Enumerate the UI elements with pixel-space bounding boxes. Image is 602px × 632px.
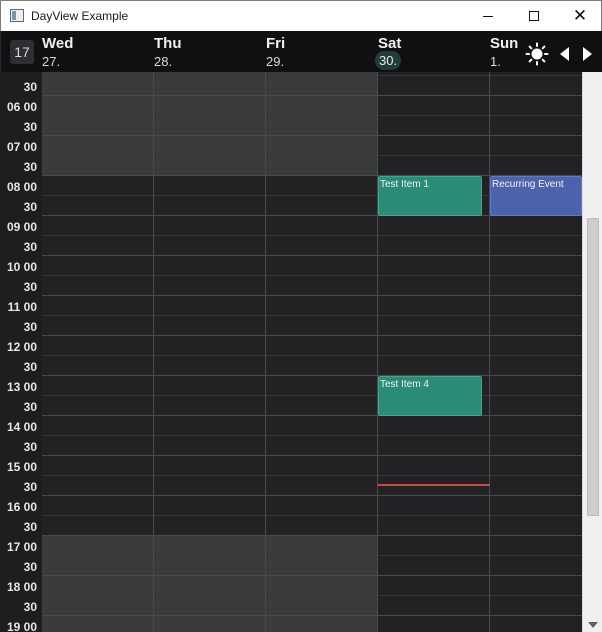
app-window-icon [10,9,24,22]
half-hour-grid-line [42,275,582,276]
calendar-event[interactable]: Test Item 1 [378,176,482,216]
day-number: 1. [490,54,501,69]
scroll-down-arrow-icon[interactable] [588,622,598,628]
today-day-number: 30. [375,51,402,70]
half-hour-grid-line [42,75,582,76]
half-hour-grid-line [42,515,582,516]
window-title: DayView Example [31,9,129,23]
close-button[interactable]: ✕ [557,1,602,31]
hour-grid-line [42,615,582,616]
day-header-thu[interactable]: Thu 28. [154,33,266,71]
time-label: 30 [23,480,37,494]
triangle-left-icon[interactable] [557,43,573,65]
scrollbar-thumb[interactable] [587,218,599,516]
time-label: 11 00 [7,300,37,314]
time-label: 16 00 [6,500,37,514]
day-name: Wed [42,35,74,52]
hour-grid-line [42,375,582,376]
half-hour-grid-line [42,595,582,596]
day-separator-line [265,72,266,632]
day-separator-line [153,72,154,632]
time-label: 18 00 [6,580,37,594]
half-hour-grid-line [42,435,582,436]
hour-grid-line [42,335,582,336]
half-hour-grid-line [42,315,582,316]
time-label: 30 [23,200,37,214]
close-icon: ✕ [572,6,588,26]
half-hour-grid-line [42,115,582,116]
off-hours-evening [42,536,378,632]
time-label: 30 [23,240,37,254]
day-number: 29. [266,54,285,69]
half-hour-grid-line [42,355,582,356]
hour-grid-line [42,295,582,296]
calendar-event[interactable]: Test Item 4 [378,376,482,416]
hour-grid-line [42,255,582,256]
day-header-sat[interactable]: Sat 30. [375,33,490,71]
hour-grid-line [42,575,582,576]
day-number: 27. [42,54,61,69]
day-separator-line [489,72,490,632]
time-label: 30 [23,320,37,334]
half-hour-grid-line [42,395,582,396]
time-label: 15 00 [6,460,37,474]
day-view-header: 17 Wed 27. Thu 28. Fri 29. Sat 30. Sun 1… [0,31,602,72]
time-label: 10 00 [6,260,37,274]
week-number-badge[interactable]: 17 [10,40,34,64]
day-name: Sun [490,35,519,52]
current-time-indicator [378,484,490,486]
half-hour-grid-line [42,235,582,236]
maximize-button[interactable] [511,1,557,31]
time-label: 19 00 [6,620,37,632]
time-label: 13 00 [6,380,37,394]
day-view-grid-area[interactable]: 30 06 00 30 07 00 30 08 00 30 09 00 30 10 00 30 11 … [0,72,602,632]
minimize-button[interactable] [465,1,511,31]
day-header-fri[interactable]: Fri 29. [266,33,378,71]
minimize-icon [483,16,493,17]
hour-grid-line [42,535,582,536]
day-name: Sat [378,35,402,52]
off-hours-morning [42,72,378,176]
day-name: Fri [266,35,286,52]
time-label: 30 [23,80,37,94]
time-label: 30 [23,520,37,534]
time-label: 30 [23,600,37,614]
time-label: 09 00 [6,220,37,234]
time-label: 08 00 [6,180,37,194]
time-label: 30 [23,280,37,294]
day-header-wed[interactable]: Wed 27. [42,33,154,71]
maximize-icon [529,11,539,21]
half-hour-grid-line [42,155,582,156]
time-label: 30 [23,440,37,454]
day-grid[interactable]: Test Item 1 Recurring Event Test Item 4 [42,72,582,632]
day-separator-line [377,72,378,632]
time-label: 12 00 [6,340,37,354]
time-label: 30 [23,400,37,414]
hour-grid-line [42,455,582,456]
hour-grid-line [42,415,582,416]
triangle-right-icon[interactable] [579,43,595,65]
time-label: 30 [23,360,37,374]
time-label: 30 [23,560,37,574]
time-label: 30 [23,160,37,174]
half-hour-grid-line [42,475,582,476]
hour-grid-line [42,95,582,96]
hour-grid-line [42,135,582,136]
hour-grid-line [42,495,582,496]
sun-icon[interactable] [525,42,549,66]
time-label: 14 00 [6,420,37,434]
day-header-sun[interactable]: Sun 1. [490,33,524,71]
time-label: 17 00 [6,540,37,554]
time-label: 07 00 [6,140,37,154]
day-name: Thu [154,35,182,52]
day-number: 28. [154,54,173,69]
time-label: 30 [23,120,37,134]
calendar-event[interactable]: Recurring Event [490,176,582,216]
vertical-scrollbar[interactable] [582,72,602,632]
time-label: 06 00 [6,100,37,114]
time-column: 30 06 00 30 07 00 30 08 00 30 09 00 30 10 00 30 11 … [0,72,42,632]
window-title-bar[interactable]: DayView Example ✕ [0,0,602,31]
half-hour-grid-line [42,555,582,556]
